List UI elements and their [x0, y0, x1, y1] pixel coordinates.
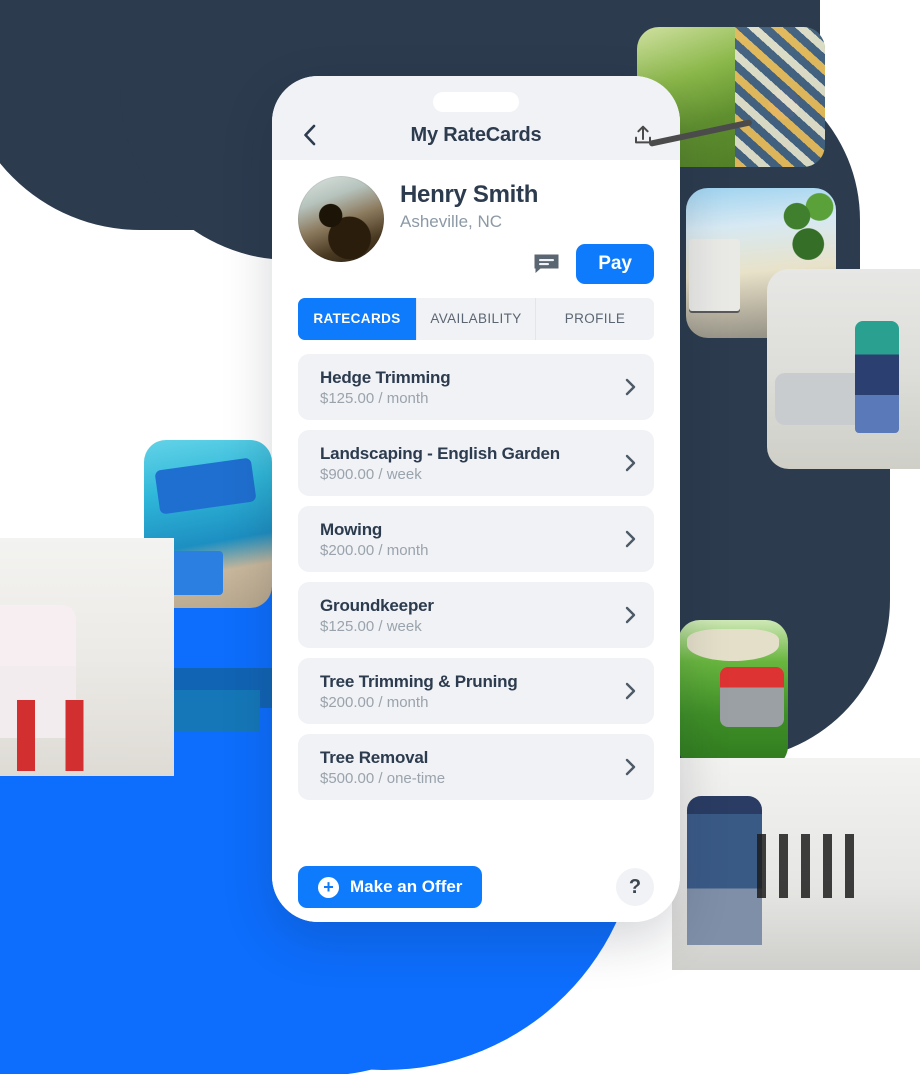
- chevron-left-icon: [303, 124, 315, 146]
- app-screenshot: My RateCards Henry Smith Asheville, NC P…: [0, 0, 920, 1074]
- tab-bar: RATECARDS AVAILABILITY PROFILE: [298, 297, 654, 340]
- chevron-right-icon: [625, 606, 636, 624]
- list-item-text: Tree Removal $500.00 / one-time: [320, 747, 625, 786]
- make-an-offer-button[interactable]: + Make an Offer: [298, 866, 483, 908]
- list-item-text: Groundkeeper $125.00 / week: [320, 595, 625, 634]
- back-button[interactable]: [296, 122, 322, 148]
- list-item[interactable]: Groundkeeper $125.00 / week: [298, 581, 654, 648]
- ratecard-title: Groundkeeper: [320, 596, 434, 616]
- help-button[interactable]: ?: [616, 868, 654, 906]
- message-button[interactable]: [533, 253, 560, 275]
- list-item-text: Hedge Trimming $125.00 / month: [320, 367, 625, 406]
- tab-profile[interactable]: PROFILE: [536, 297, 654, 340]
- chevron-right-icon: [625, 378, 636, 396]
- ratecard-price: $200.00 / month: [320, 693, 429, 711]
- tab-availability[interactable]: AVAILABILITY: [417, 297, 536, 340]
- message-bubble-icon: [534, 254, 559, 273]
- tab-ratecards[interactable]: RATECARDS: [298, 297, 417, 340]
- ratecard-price: $900.00 / week: [320, 465, 422, 483]
- profile-header: Henry Smith Asheville, NC Pay: [298, 160, 654, 284]
- house-painter-photo: [0, 538, 174, 776]
- speaker-pill: [433, 92, 519, 112]
- profile-actions: Pay: [400, 243, 654, 284]
- ratecard-price: $200.00 / month: [320, 541, 429, 559]
- chevron-right-icon: [625, 682, 636, 700]
- plus-circle-icon: +: [318, 876, 339, 898]
- list-item[interactable]: Landscaping - English Garden $900.00 / w…: [298, 429, 654, 496]
- profile-meta: Henry Smith Asheville, NC Pay: [400, 176, 654, 284]
- phone-status-bar: My RateCards: [272, 76, 680, 160]
- avatar: [298, 176, 384, 262]
- phone-content: Henry Smith Asheville, NC Pay RATECARDS …: [272, 160, 680, 922]
- profile-location: Asheville, NC: [400, 211, 503, 231]
- list-item[interactable]: Tree Trimming & Pruning $200.00 / month: [298, 657, 654, 724]
- ratecard-title: Tree Removal: [320, 748, 429, 768]
- ratecard-price: $125.00 / week: [320, 617, 422, 635]
- ratecard-title: Tree Trimming & Pruning: [320, 672, 518, 692]
- list-item-text: Landscaping - English Garden $900.00 / w…: [320, 443, 625, 482]
- list-item[interactable]: Tree Removal $500.00 / one-time: [298, 733, 654, 800]
- list-item[interactable]: Mowing $200.00 / month: [298, 505, 654, 572]
- pay-button[interactable]: Pay: [576, 243, 654, 284]
- ratecard-price: $125.00 / month: [320, 389, 429, 407]
- ratecard-title: Hedge Trimming: [320, 368, 451, 388]
- chevron-right-icon: [625, 758, 636, 776]
- chevron-right-icon: [625, 530, 636, 548]
- phone-mockup: My RateCards Henry Smith Asheville, NC P…: [272, 76, 680, 922]
- navigation-bar: My RateCards: [272, 110, 680, 160]
- list-item[interactable]: Hedge Trimming $125.00 / month: [298, 353, 654, 420]
- list-item-text: Tree Trimming & Pruning $200.00 / month: [320, 671, 625, 710]
- list-item-text: Mowing $200.00 / month: [320, 519, 625, 558]
- ratecard-price: $500.00 / one-time: [320, 769, 446, 787]
- home-cleaning-photo: [767, 269, 920, 469]
- ratecard-title: Landscaping - English Garden: [320, 444, 560, 464]
- ratecard-title: Mowing: [320, 520, 383, 540]
- make-an-offer-label: Make an Offer: [350, 877, 463, 896]
- bottom-action-bar: + Make an Offer ?: [298, 852, 654, 908]
- page-title: My RateCards: [410, 123, 542, 146]
- chevron-right-icon: [625, 454, 636, 472]
- lawn-mower-photo: [678, 620, 788, 768]
- plumber-photo: [672, 758, 920, 970]
- profile-name: Henry Smith: [400, 181, 539, 208]
- ratecard-list: Hedge Trimming $125.00 / month Landscapi…: [298, 353, 654, 852]
